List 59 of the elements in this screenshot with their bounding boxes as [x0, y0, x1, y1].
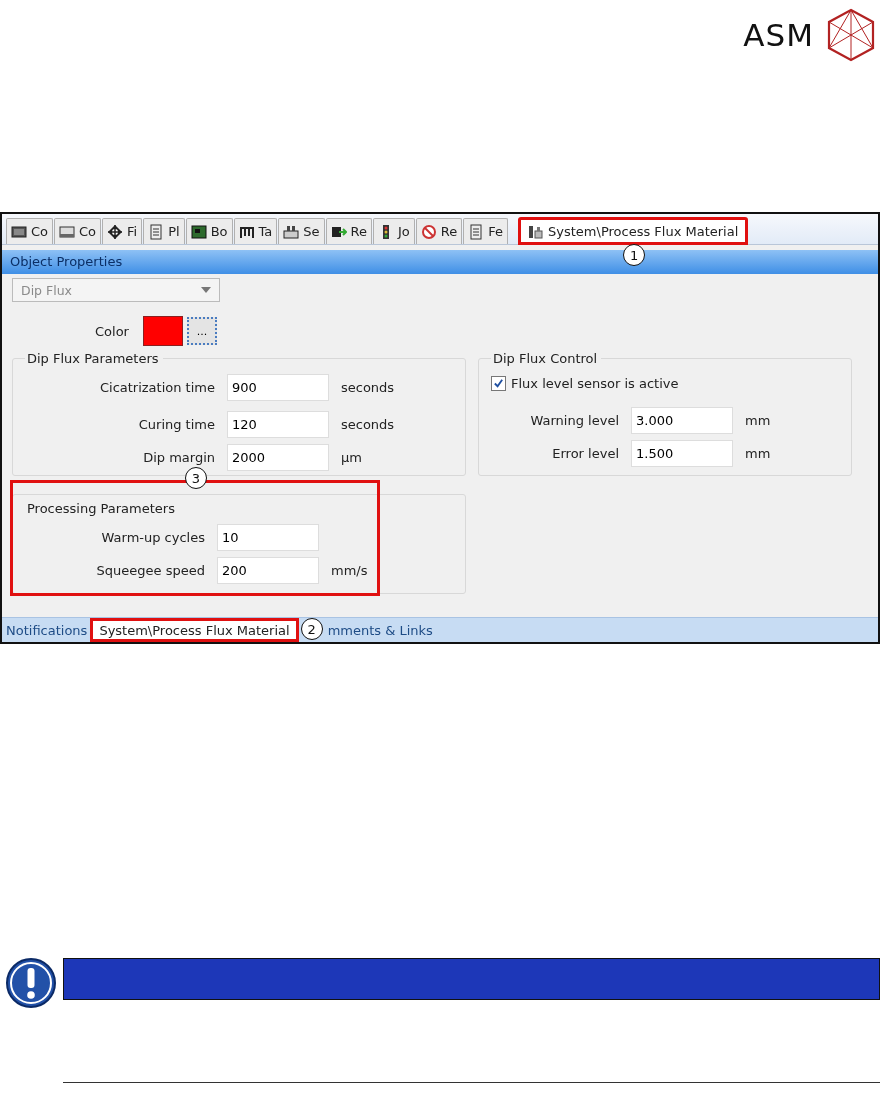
unit-label: mm — [745, 446, 771, 461]
checkbox[interactable] — [491, 376, 506, 391]
feeder-icon — [283, 223, 300, 240]
tab[interactable]: Bo — [185, 218, 233, 244]
callout-number: 3 — [185, 467, 207, 489]
dropdown-arrow-icon — [201, 287, 211, 293]
group-title: Dip Flux Control — [491, 351, 602, 366]
input-field[interactable]: 900 — [227, 374, 329, 401]
tab[interactable]: mments & Links — [323, 619, 437, 641]
unit-label: µm — [341, 450, 362, 465]
document-icon — [468, 223, 485, 240]
unit-label: seconds — [341, 380, 395, 395]
callout-number: 2 — [300, 618, 323, 640]
crosshair-icon — [107, 223, 124, 240]
group-title: Dip Flux Parameters — [25, 351, 163, 366]
checkbox-label: Flux level sensor is active — [511, 376, 679, 391]
input-field[interactable]: 200 — [217, 557, 319, 584]
logo-text: ASM — [743, 17, 814, 53]
tab[interactable]: Re — [415, 218, 463, 244]
field-label: Warning level — [529, 413, 619, 428]
board-icon — [59, 223, 76, 240]
input-field[interactable]: 1.500 — [631, 440, 733, 467]
unit-label: mm — [745, 413, 771, 428]
tab[interactable]: Co — [54, 218, 102, 244]
document-icon — [148, 223, 165, 240]
tab[interactable]: Se — [278, 218, 325, 244]
field-label: Cicatrization time — [98, 380, 215, 395]
field-label: Dip margin — [142, 450, 215, 465]
field-label: Error level — [551, 446, 619, 461]
field-label: Color — [95, 323, 129, 339]
chip-icon — [11, 223, 27, 240]
tab[interactable]: System\Process Flux Material — [519, 218, 748, 244]
group-title: Processing Parameters — [26, 501, 176, 516]
field-label: Curing time — [137, 417, 215, 432]
input-field[interactable]: 10 — [217, 524, 319, 551]
tab[interactable]: Fi — [102, 218, 143, 244]
circuit-board-icon — [190, 223, 207, 240]
tab[interactable]: Pl — [143, 218, 185, 244]
tab[interactable]: Ta — [233, 218, 278, 244]
prohibited-icon — [420, 223, 437, 240]
input-field[interactable]: 3.000 — [631, 407, 733, 434]
input-field[interactable]: 2000 — [227, 444, 329, 471]
browse-button[interactable]: ... — [186, 317, 217, 345]
unit-label: seconds — [341, 417, 395, 432]
checkmark-icon — [493, 378, 504, 389]
exclamation-icon — [5, 957, 57, 1009]
color-swatch[interactable] — [142, 316, 183, 346]
flux-container-icon — [528, 223, 545, 240]
logo-icon — [826, 8, 876, 62]
tab[interactable]: Co — [6, 218, 54, 244]
tab[interactable]: Re — [325, 218, 372, 244]
input-field[interactable]: 120 — [227, 411, 329, 438]
field-label: Squeegee speed — [95, 563, 205, 578]
tab[interactable]: Fe — [463, 218, 509, 244]
tab[interactable]: Jo — [373, 218, 415, 244]
unit-label: mm/s — [331, 563, 368, 578]
tab[interactable]: Notifications — [2, 619, 92, 641]
tab[interactable]: System\Process Flux Material — [91, 619, 298, 641]
field-label: Warm-up cycles — [100, 530, 205, 545]
